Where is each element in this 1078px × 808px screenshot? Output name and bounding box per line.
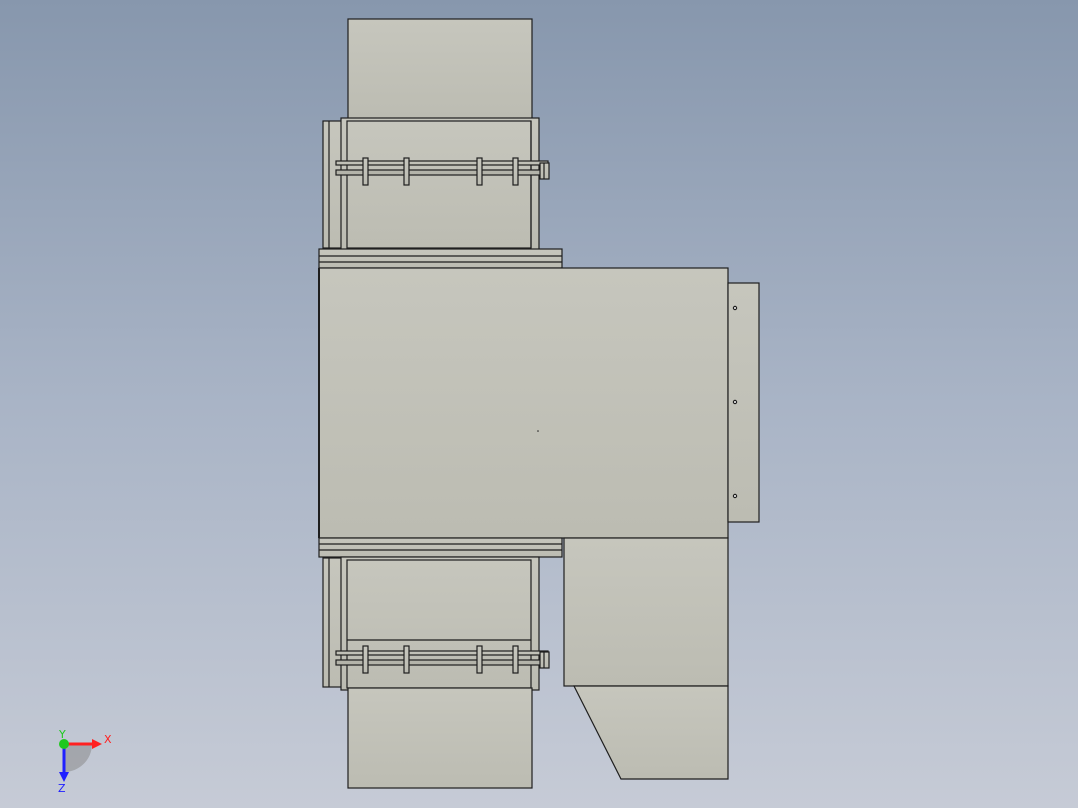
arrow-down-icon: [59, 772, 69, 782]
bottom-clamp-2[interactable]: [403, 645, 410, 674]
top-frame-inner[interactable]: [346, 120, 532, 249]
bottom-frame-left-plate[interactable]: [322, 557, 344, 688]
panel-screw-3: [732, 493, 738, 499]
main-housing[interactable]: [318, 267, 729, 539]
triad-shadow: [64, 744, 92, 772]
top-frame-left-plate[interactable]: [322, 120, 344, 249]
top-duct-outlet[interactable]: [347, 18, 533, 120]
y-axis-label: Y: [58, 728, 66, 741]
bottom-frame-inner[interactable]: [346, 559, 532, 689]
top-clamp-3[interactable]: [476, 157, 483, 186]
bottom-flange[interactable]: [318, 537, 563, 558]
x-axis-label: X: [104, 733, 112, 746]
top-clamp-4[interactable]: [512, 157, 519, 186]
z-axis-label: Z: [58, 782, 66, 795]
top-clamp-1[interactable]: [362, 157, 369, 186]
cad-model-top-view[interactable]: [0, 0, 1078, 808]
top-flange[interactable]: [318, 248, 563, 269]
arrow-right-icon: [92, 739, 102, 749]
graphics-viewport[interactable]: X Z Y: [0, 0, 1078, 808]
lower-right-box[interactable]: [563, 537, 729, 687]
panel-screw-1: [732, 305, 738, 311]
discharge-chute[interactable]: [573, 685, 729, 780]
bottom-clamp-4[interactable]: [512, 645, 519, 674]
panel-screw-2: [732, 399, 738, 405]
right-side-panel[interactable]: [727, 282, 760, 523]
bottom-clamp-3[interactable]: [476, 645, 483, 674]
origin-point: [537, 430, 539, 432]
bottom-clamp-1[interactable]: [362, 645, 369, 674]
orientation-triad[interactable]: X Z Y: [44, 726, 124, 796]
top-clamp-2[interactable]: [403, 157, 410, 186]
bottom-duct-outlet[interactable]: [347, 687, 533, 789]
